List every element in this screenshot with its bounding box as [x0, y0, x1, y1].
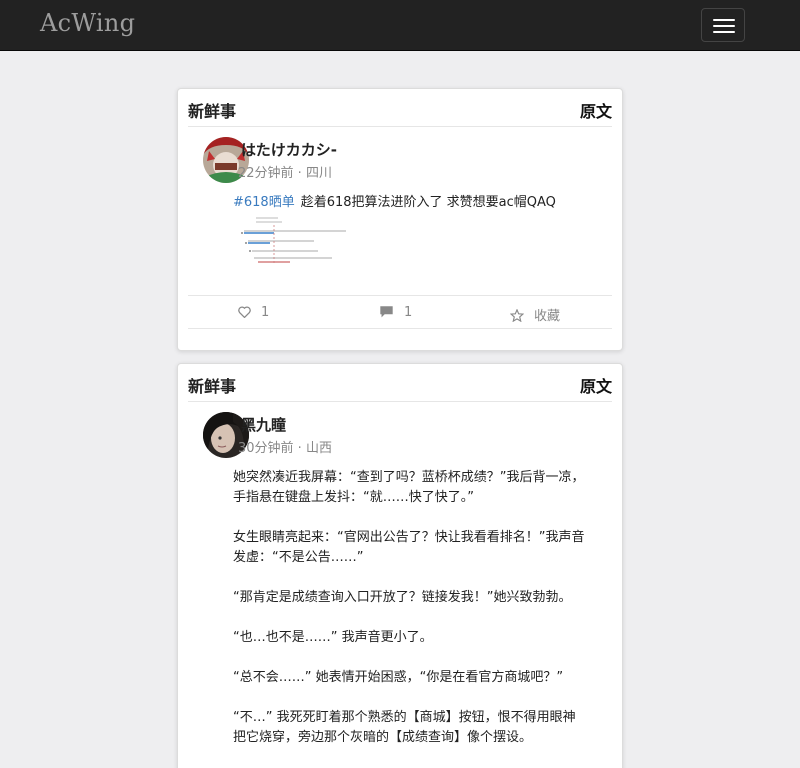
post-card: 新鲜事 原文 黑九瞳 30分钟前 · 山西 她突然凑近我屏幕：“查到了吗？蓝桥杯…	[177, 363, 623, 768]
post-paragraph: “总不会……” 她表情开始困惑，“你是在看官方商城吧？”	[233, 670, 564, 685]
menu-icon-bar	[713, 25, 735, 27]
comment-count: 1	[404, 305, 413, 320]
post-content: 她突然凑近我屏幕：“查到了吗？蓝桥杯成绩？”我后背一凉，手指悬在键盘上发抖：“就…	[233, 468, 588, 748]
card-header: 新鲜事 原文	[188, 89, 612, 127]
top-navbar: AcWing	[0, 0, 800, 51]
post-paragraph	[233, 568, 588, 588]
post-category: 新鲜事	[188, 102, 237, 121]
menu-icon-bar	[713, 19, 735, 21]
card-header: 新鲜事 原文	[188, 364, 612, 402]
post-paragraph: “也…也不是……” 我声音更小了。	[233, 630, 433, 645]
post-actions: 1 1 收藏	[188, 295, 612, 329]
original-link[interactable]: 原文	[580, 98, 612, 122]
post-paragraph	[233, 508, 588, 528]
post-paragraph: “那肯定是成绩查询入口开放了？链接发我！”她兴致勃勃。	[233, 590, 572, 605]
post-location: 山西	[305, 441, 332, 456]
author-name[interactable]: 黑九瞳	[241, 414, 286, 435]
brand-logo[interactable]: AcWing	[40, 9, 135, 37]
post-time: 30分钟前	[238, 441, 294, 456]
post-location: 四川	[305, 166, 332, 181]
post-meta: 30分钟前 · 山西	[238, 441, 332, 456]
post-paragraph	[233, 608, 588, 628]
comment-icon	[380, 306, 393, 318]
hashtag-link[interactable]: #618晒单	[233, 195, 295, 210]
post-content: #618晒单 趁着618把算法进阶入了 求赞想要ac帽QAQ	[233, 193, 588, 213]
collect-button[interactable]: 收藏	[509, 305, 561, 324]
post-category: 新鲜事	[188, 377, 237, 396]
like-button[interactable]: 1	[238, 305, 269, 320]
like-count: 1	[261, 305, 270, 320]
post-paragraph: 她突然凑近我屏幕：“查到了吗？蓝桥杯成绩？”我后背一凉，手指悬在键盘上发抖：“就…	[233, 470, 585, 505]
post-paragraph: 女生眼睛亮起来：“官网出公告了？快让我看看排名！”我声音发虚：“不是公告……”	[233, 530, 585, 565]
star-icon	[509, 308, 525, 323]
post-paragraph	[233, 688, 588, 708]
author-name[interactable]: はたけカカシ-	[241, 139, 337, 160]
post-paragraph: “不…” 我死死盯着那个熟悉的【商城】按钮，恨不得用眼神把它烧穿，旁边那个灰暗的…	[233, 710, 576, 745]
post-paragraph	[233, 648, 588, 668]
post-text: 趁着618把算法进阶入了 求赞想要ac帽QAQ	[300, 195, 556, 210]
comment-button[interactable]: 1	[379, 305, 412, 320]
collect-label: 收藏	[534, 309, 561, 324]
heart-icon	[238, 306, 251, 319]
menu-icon-bar	[713, 31, 735, 33]
navbar-toggle-button[interactable]	[701, 8, 745, 42]
post-meta: 22分钟前 · 四川	[238, 166, 332, 181]
post-time: 22分钟前	[238, 166, 294, 181]
original-link[interactable]: 原文	[580, 373, 612, 397]
post-image-thumbnail[interactable]	[234, 213, 349, 268]
post-card: 新鲜事 原文 はたけカカシ- 22分钟前 · 四川 #618晒单 趁着618把算法…	[177, 88, 623, 351]
